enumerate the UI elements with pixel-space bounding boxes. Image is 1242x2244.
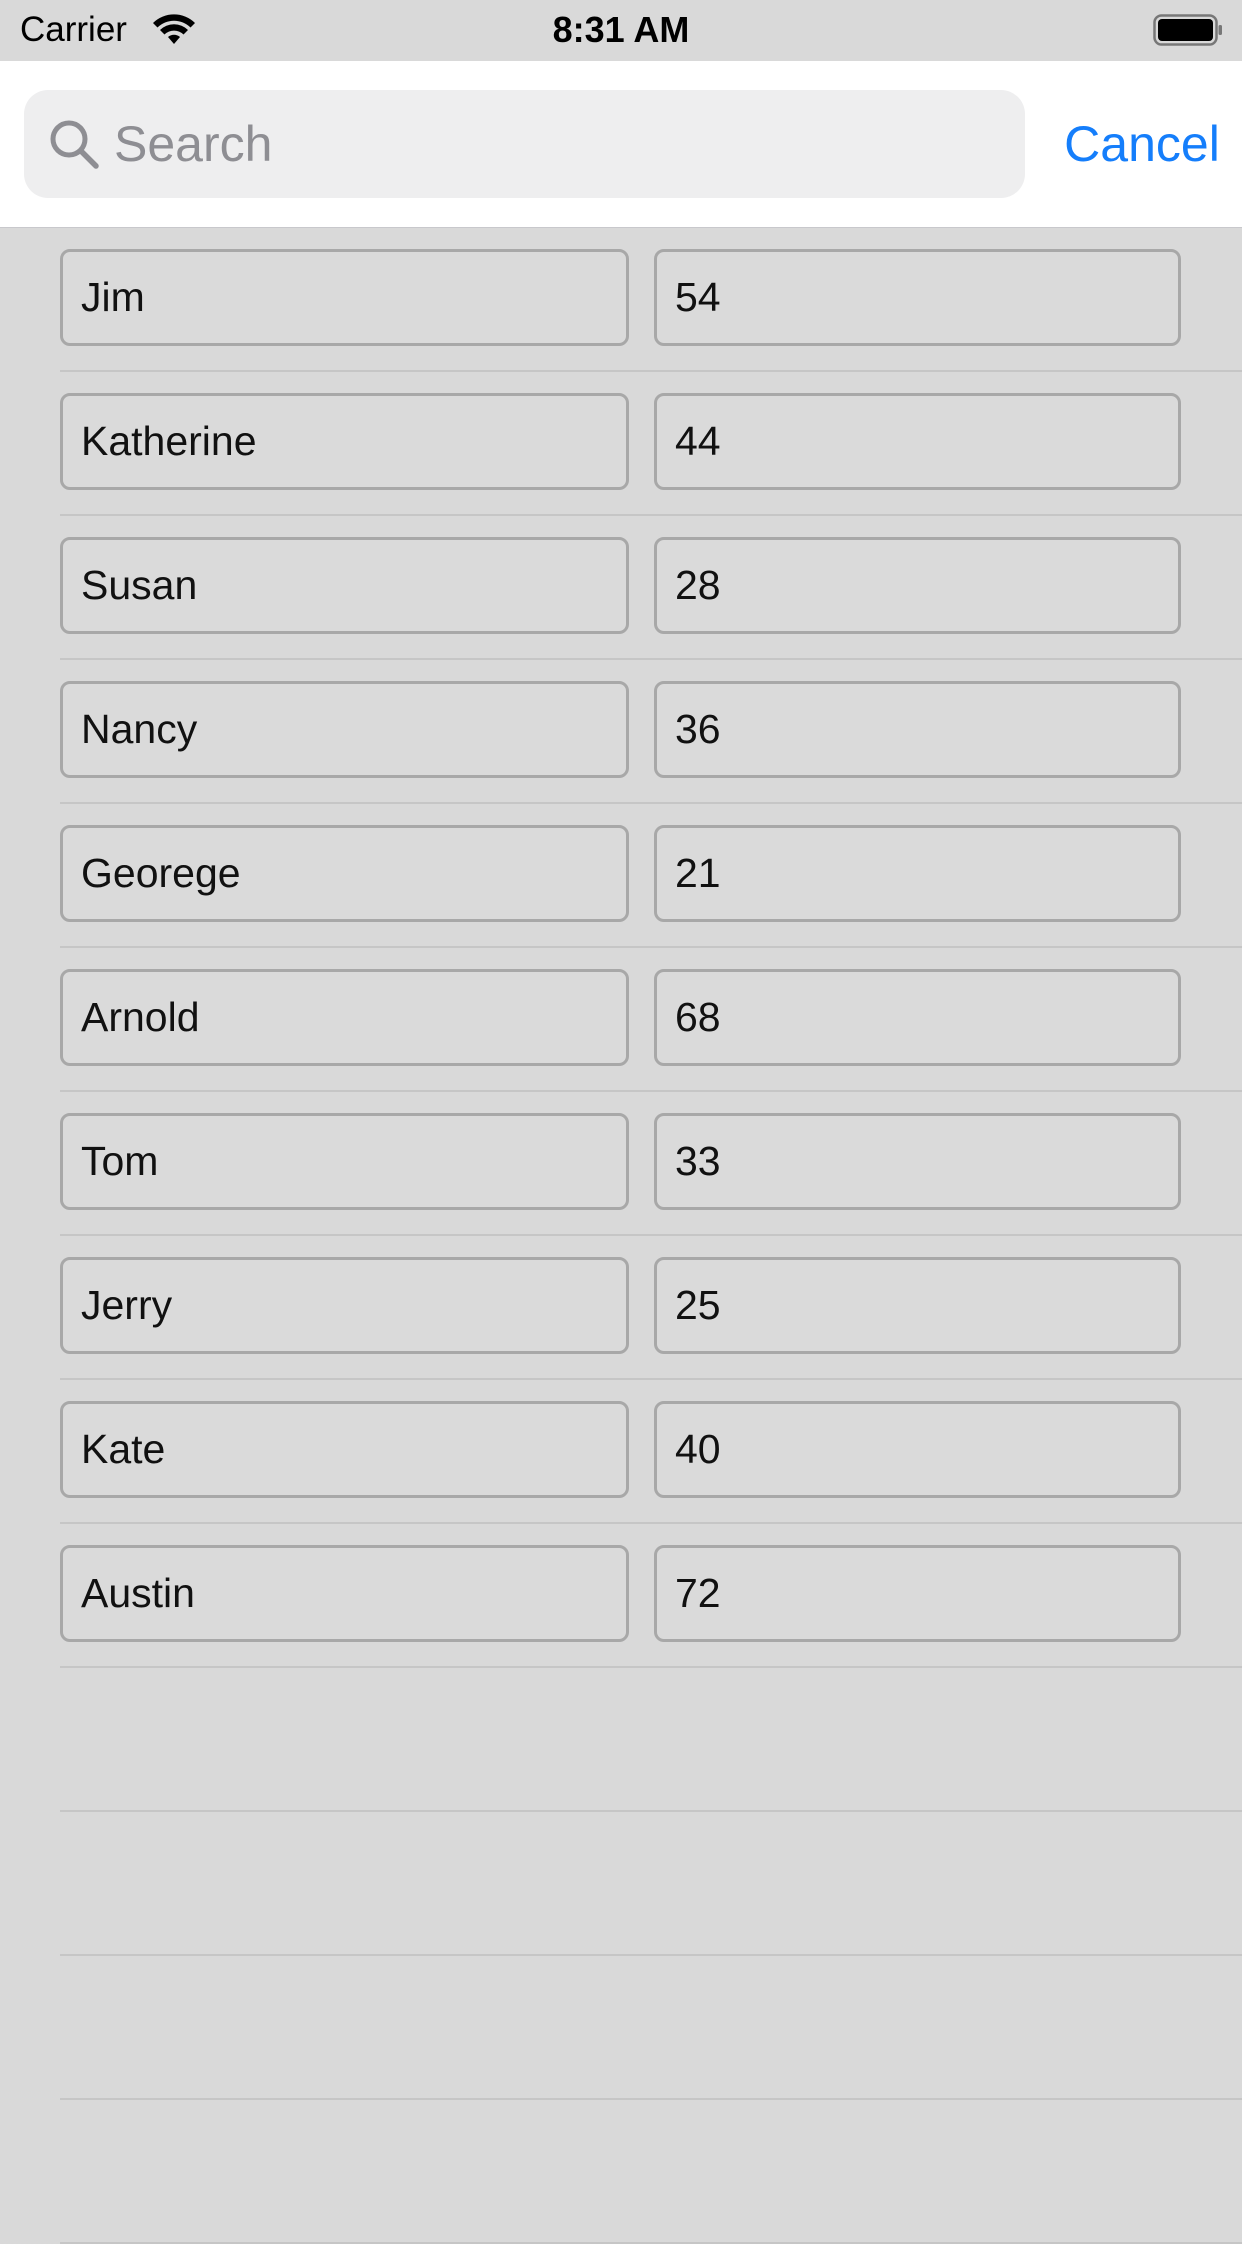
search-header: Cancel xyxy=(0,61,1242,228)
search-input[interactable] xyxy=(114,90,994,198)
table-row: Kate 40 xyxy=(0,1380,1242,1524)
age-field[interactable]: 33 xyxy=(654,1113,1181,1210)
name-field[interactable]: Jerry xyxy=(60,1257,629,1354)
age-field[interactable]: 25 xyxy=(654,1257,1181,1354)
table-row: Georege 21 xyxy=(0,804,1242,948)
age-field[interactable]: 28 xyxy=(654,537,1181,634)
name-field[interactable]: Susan xyxy=(60,537,629,634)
age-field[interactable]: 40 xyxy=(654,1401,1181,1498)
name-field[interactable]: Georege xyxy=(60,825,629,922)
clock: 8:31 AM xyxy=(552,9,690,50)
table-row: Katherine 44 xyxy=(0,372,1242,516)
table-row: Arnold 68 xyxy=(0,948,1242,1092)
empty-table-row xyxy=(0,1668,1242,1812)
table-row: Jerry 25 xyxy=(0,1236,1242,1380)
empty-table-row xyxy=(0,2100,1242,2244)
name-field[interactable]: Austin xyxy=(60,1545,629,1642)
age-field[interactable]: 54 xyxy=(654,249,1181,346)
age-field[interactable]: 21 xyxy=(654,825,1181,922)
table-row: Jim 54 xyxy=(0,228,1242,372)
empty-table-row xyxy=(0,1956,1242,2100)
battery-icon xyxy=(1153,14,1222,46)
name-field[interactable]: Nancy xyxy=(60,681,629,778)
name-field[interactable]: Jim xyxy=(60,249,629,346)
status-bar: Carrier 8:31 AM xyxy=(0,0,1242,61)
name-field[interactable]: Tom xyxy=(60,1113,629,1210)
age-field[interactable]: 68 xyxy=(654,969,1181,1066)
age-field[interactable]: 36 xyxy=(654,681,1181,778)
age-field[interactable]: 44 xyxy=(654,393,1181,490)
people-table: Jim 54 Katherine 44 Susan 28 Nancy 36 Georege 21 A… xyxy=(0,228,1242,2244)
search-field[interactable] xyxy=(24,90,1025,198)
table-row: Susan 28 xyxy=(0,516,1242,660)
name-field[interactable]: Arnold xyxy=(60,969,629,1066)
empty-table-row xyxy=(0,1812,1242,1956)
table-row: Tom 33 xyxy=(0,1092,1242,1236)
cancel-button[interactable]: Cancel xyxy=(1052,61,1232,227)
age-field[interactable]: 72 xyxy=(654,1545,1181,1642)
magnifying-glass-icon xyxy=(50,120,99,169)
table-row: Austin 72 xyxy=(0,1524,1242,1668)
table-row: Nancy 36 xyxy=(0,660,1242,804)
name-field[interactable]: Katherine xyxy=(60,393,629,490)
name-field[interactable]: Kate xyxy=(60,1401,629,1498)
